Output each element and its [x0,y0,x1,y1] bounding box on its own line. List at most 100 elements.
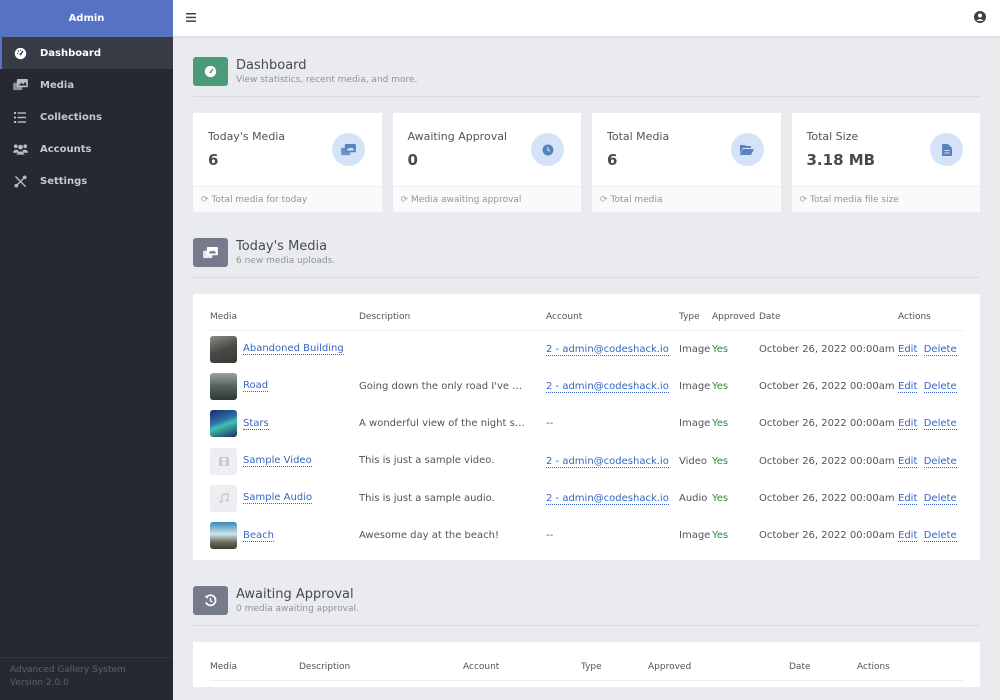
media-thumbnail[interactable] [210,335,237,363]
clock-icon [531,133,564,166]
media-description: This is just a sample video. [359,455,495,467]
media-title-link[interactable]: Sample Audio [243,492,313,505]
sidebar-item-label: Media [40,79,75,91]
table-row: Beach Awesome day at the beach! -- Image Yes… [210,517,963,554]
media-date: October 26, 2022 00:00am [759,418,895,430]
todays-media-header: Today's Media 6 new media uploads. [193,238,980,278]
delete-button[interactable]: Delete [923,455,957,468]
account-link[interactable]: 2 - admin@codeshack.io [546,492,669,505]
account-value: -- [546,530,554,542]
sidebar-item-accounts[interactable]: Accounts [0,133,173,165]
stat-card-total-media: Total Media 6 ⟳ Total media [592,113,781,212]
column-header-actions: Actions [898,312,963,331]
approved-status: Yes [712,530,729,542]
music-icon[interactable] [210,484,237,512]
table-row: Stars A wonderful view of the night sky. -… [210,405,963,442]
stat-card-total-size: Total Size 3.18 MB ⟳ Total media file siz… [791,113,980,212]
edit-button[interactable]: Edit [898,492,918,505]
sidebar-item-label: Collections [40,111,102,123]
table-row: Road Going down the only road I've ev... 2… [210,368,963,405]
brand-title[interactable]: Admin [0,0,173,37]
column-header-media[interactable]: Media [210,662,299,682]
folder-open-icon [730,133,764,166]
sidebar-item-label: Accounts [40,143,92,155]
page-title: Dashboard [236,57,307,73]
media-date: October 26, 2022 00:00am [759,380,895,392]
media-title-link[interactable]: Road [243,380,269,393]
media-type: Image [679,530,711,542]
sidebar-item-dashboard[interactable]: Dashboard [0,37,173,69]
stat-card-todays-media: Today's Media 6 ⟳ Total media for today [193,113,382,212]
users-icon [12,141,28,157]
media-description: A wonderful view of the night sky. [359,417,527,429]
column-header-description[interactable]: Description [299,662,463,682]
video-icon[interactable] [210,447,237,475]
tools-icon [12,173,28,189]
media-icon [12,77,28,93]
sidebar-item-collections[interactable]: Collections [0,101,173,133]
approved-status: Yes [712,380,729,392]
approved-status: Yes [712,492,729,504]
media-icon [331,133,365,166]
todays-media-table-card: Media Description Account Type Approved … [193,294,980,561]
delete-button[interactable]: Delete [923,418,957,431]
media-description: Awesome day at the beach! [359,529,500,541]
edit-button[interactable]: Edit [898,530,918,543]
edit-button[interactable]: Edit [898,380,918,393]
account-link[interactable]: 2 - admin@codeshack.io [546,343,669,356]
table-header-row: Media Description Account Type Approved … [210,312,963,331]
section-subtitle: 0 media awaiting approval. [236,603,359,614]
media-thumbnail[interactable] [210,410,237,438]
media-type: Image [679,380,711,392]
account-link[interactable]: 2 - admin@codeshack.io [546,455,669,468]
media-thumbnail[interactable] [210,522,237,550]
hamburger-icon[interactable] [186,11,196,26]
main-content: Dashboard View statistics, recent media,… [193,37,980,688]
delete-button[interactable]: Delete [923,492,957,505]
column-header-approved[interactable]: Approved [712,312,759,331]
media-title-link[interactable]: Sample Video [243,455,312,468]
column-header-description[interactable]: Description [359,312,546,331]
edit-button[interactable]: Edit [898,455,918,468]
stats-row: Today's Media 6 ⟳ Total media for today A… [193,113,980,212]
sidebar-item-settings[interactable]: Settings [0,165,173,197]
column-header-account[interactable]: Account [463,662,581,682]
sidebar-item-media[interactable]: Media [0,69,173,101]
media-date: October 26, 2022 00:00am [759,343,895,355]
delete-button[interactable]: Delete [923,530,957,543]
column-header-account[interactable]: Account [546,312,679,331]
media-thumbnail[interactable] [210,372,237,400]
stat-footer: Media awaiting approval [411,194,522,205]
awaiting-approval-header: Awaiting Approval 0 media awaiting appro… [193,586,980,627]
dashboard-header: Dashboard View statistics, recent media,… [193,57,980,97]
delete-button[interactable]: Delete [923,343,957,356]
column-header-actions: Actions [857,662,963,682]
topbar [173,0,1000,37]
column-header-date[interactable]: Date [789,662,857,682]
media-type: Audio [679,492,708,504]
delete-button[interactable]: Delete [923,380,957,393]
column-header-approved[interactable]: Approved [648,662,789,682]
user-circle-icon[interactable] [974,10,986,26]
account-link[interactable]: 2 - admin@codeshack.io [546,380,669,393]
edit-button[interactable]: Edit [898,343,918,356]
edit-button[interactable]: Edit [898,418,918,431]
media-title-link[interactable]: Abandoned Building [243,343,344,356]
column-header-date[interactable]: Date [759,312,898,331]
media-date: October 26, 2022 00:00am [759,530,895,542]
sidebar-footer: Advanced Gallery System Version 2.0.0 [0,657,173,700]
media-type: Image [679,343,711,355]
file-icon [930,133,963,166]
section-subtitle: 6 new media uploads. [236,255,336,266]
history-icon [193,586,228,616]
table-row: Sample Video This is just a sample video.… [210,442,963,479]
media-icon [193,238,228,267]
dashboard-icon [12,45,28,61]
media-title-link[interactable]: Stars [243,418,269,430]
column-header-type[interactable]: Type [679,312,712,331]
account-value: -- [546,418,554,430]
column-header-type[interactable]: Type [581,662,648,682]
media-title-link[interactable]: Beach [243,530,274,542]
column-header-media[interactable]: Media [210,312,359,331]
sidebar-item-label: Dashboard [40,47,101,59]
